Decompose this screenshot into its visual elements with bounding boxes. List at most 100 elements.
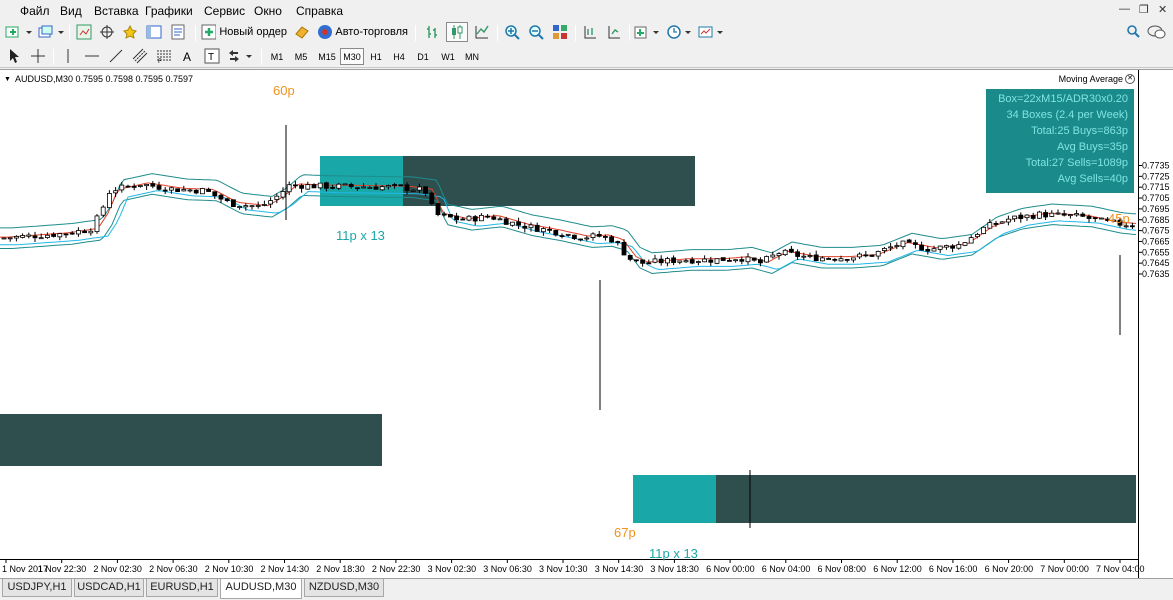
bull-candle <box>261 204 267 206</box>
bull-candle <box>367 187 373 189</box>
menu-view[interactable]: Вид <box>60 4 82 18</box>
toolbar-separator <box>53 49 54 65</box>
bull-candle <box>342 183 348 186</box>
arrows-button[interactable] <box>226 46 256 66</box>
new-chart-button[interactable] <box>4 22 34 42</box>
bull-candle <box>584 237 590 240</box>
candlestick-chart-button[interactable] <box>446 22 468 42</box>
bear-candle <box>758 259 763 264</box>
bull-candle <box>1074 213 1079 216</box>
toolbar-separator <box>195 25 196 41</box>
bear-candle <box>1086 216 1092 219</box>
indicators-button[interactable] <box>634 22 662 42</box>
bear-candle <box>230 199 236 207</box>
bull-candle <box>305 184 311 190</box>
tab-usdjpy-h1[interactable]: USDJPY,H1 <box>2 579 72 597</box>
vertical-line-button[interactable] <box>58 46 78 66</box>
new-order-button[interactable]: Новый ордер <box>201 22 287 42</box>
menu-charts[interactable]: Графики <box>145 4 193 18</box>
timeframe-m1[interactable]: M1 <box>266 48 288 65</box>
tile-windows-button[interactable] <box>550 22 570 42</box>
close-window-icon[interactable]: ✕ <box>1158 3 1167 16</box>
bear-candle <box>212 191 218 197</box>
menu-file[interactable]: Файл <box>20 4 50 18</box>
tab-nzdusd-m30[interactable]: NZDUSD,M30 <box>304 579 384 597</box>
bear-candle <box>634 259 639 262</box>
bear-candle <box>69 232 75 235</box>
timeframe-d1[interactable]: D1 <box>413 48 433 65</box>
timeframe-m15[interactable]: M15 <box>314 48 340 65</box>
bull-candle <box>20 235 26 238</box>
timeframe-h4[interactable]: H4 <box>389 48 409 65</box>
profiles-button[interactable] <box>36 22 66 42</box>
line-chart-button[interactable] <box>472 22 492 42</box>
menu-insert[interactable]: Вставка <box>94 4 139 18</box>
price-tick-label: 0.7725 <box>1142 171 1170 181</box>
bear-candle <box>175 188 181 193</box>
market-watch-button[interactable] <box>74 22 94 42</box>
horizontal-line-button[interactable] <box>82 46 102 66</box>
terminal-button[interactable] <box>144 22 164 42</box>
bull-candle <box>875 251 881 257</box>
close-indicator-icon[interactable]: ✕ <box>1125 74 1135 84</box>
timeframe-m5[interactable]: M5 <box>290 48 312 65</box>
chart-window[interactable]: 0.7735 0.7725 0.7715 0.7705 0.7695 0.7685 0.76… <box>0 69 1173 579</box>
bar-chart-button[interactable] <box>422 22 442 42</box>
symbol-info-text: AUDUSD,M30 0.7595 0.7598 0.7595 0.7597 <box>14 74 194 84</box>
zoom-in-button[interactable] <box>502 22 522 42</box>
strategy-tester-button[interactable] <box>168 22 188 42</box>
time-tick-label: 2 Nov 18:30 <box>316 564 365 574</box>
navigator-button[interactable] <box>120 22 140 42</box>
text-label-button[interactable]: T <box>202 46 222 66</box>
bull-candle <box>410 189 416 192</box>
zoom-out-button[interactable] <box>526 22 546 42</box>
periods-button[interactable] <box>666 22 694 42</box>
restore-icon[interactable]: ❐ <box>1139 3 1149 16</box>
auto-scroll-button[interactable] <box>604 22 624 42</box>
new-chart-icon <box>5 26 32 38</box>
time-tick-label: 2 Nov 10:30 <box>205 564 254 574</box>
menu-tools[interactable]: Сервис <box>204 4 245 18</box>
tab-audusd-m30[interactable]: AUDUSD,M30 <box>220 579 302 599</box>
data-window-button[interactable] <box>97 22 117 42</box>
crosshair-button[interactable] <box>28 46 48 66</box>
time-tick-label: 2 Nov 06:30 <box>149 564 198 574</box>
text-button[interactable]: A <box>178 46 198 66</box>
bear-candle <box>950 245 955 249</box>
collapse-triangle-icon[interactable]: ▼ <box>4 76 11 83</box>
timeframe-h1[interactable]: H1 <box>366 48 386 65</box>
timeframe-m30[interactable]: M30 <box>340 48 364 65</box>
trendline-button[interactable] <box>106 46 126 66</box>
search-button[interactable] <box>1124 22 1142 42</box>
auto-trading-button[interactable]: Авто-торговля <box>316 22 408 42</box>
bull-candle <box>565 233 571 236</box>
bear-candle <box>1092 217 1098 219</box>
cursor-button[interactable] <box>4 46 24 66</box>
timeframe-w1[interactable]: W1 <box>437 48 459 65</box>
tab-eurusd-h1[interactable]: EURUSD,H1 <box>146 579 218 597</box>
bull-candle <box>243 205 249 208</box>
bull-candle <box>888 246 893 249</box>
equidistant-channel-button[interactable] <box>130 46 150 66</box>
info-line: 34 Boxes (2.4 per Week) <box>1006 109 1128 121</box>
tab-usdcad-h1[interactable]: USDCAD,H1 <box>74 579 144 597</box>
auto-trading-label: Авто-торговля <box>335 26 408 38</box>
timeframe-mn[interactable]: MN <box>461 48 483 65</box>
menu-help[interactable]: Справка <box>296 4 343 18</box>
bull-candle <box>770 254 776 258</box>
main-toolbar: Новый ордер Авто-торговля <box>0 22 1173 46</box>
price-tick-label: 0.7645 <box>1142 258 1170 268</box>
menu-window[interactable]: Окно <box>254 4 282 18</box>
bull-candle <box>987 222 993 229</box>
expert-editor-button[interactable] <box>292 22 312 42</box>
bull-candle <box>683 260 689 263</box>
minimize-icon[interactable]: — <box>1119 3 1130 15</box>
bull-candle <box>137 185 143 187</box>
bear-candle <box>621 241 627 256</box>
community-button[interactable] <box>1146 22 1168 42</box>
fibonacci-button[interactable]: F <box>154 46 174 66</box>
bull-candle <box>528 224 534 229</box>
new-order-label: Новый ордер <box>219 26 287 38</box>
templates-button[interactable] <box>698 22 726 42</box>
chart-shift-button[interactable] <box>580 22 600 42</box>
